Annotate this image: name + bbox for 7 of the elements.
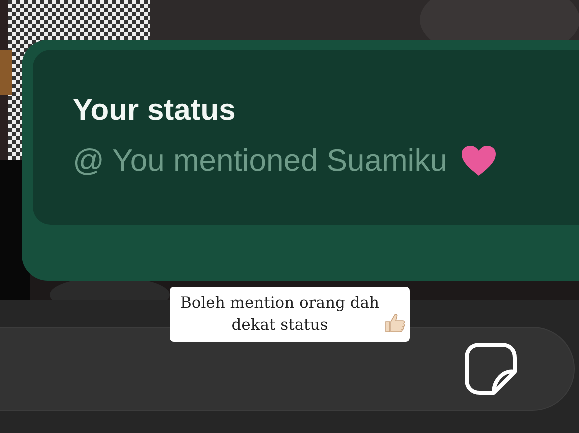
status-title: Your status — [73, 94, 236, 127]
sticker-icon[interactable] — [464, 342, 518, 396]
thumbs-up-icon — [384, 313, 406, 334]
mention-text: @ You mentioned Suamiku — [73, 144, 448, 178]
heart-icon — [461, 145, 498, 178]
caption-text: Boleh mention orang dah dekat status — [179, 293, 380, 336]
status-card[interactable]: Your status @ You mentioned Suamiku — [22, 40, 579, 281]
